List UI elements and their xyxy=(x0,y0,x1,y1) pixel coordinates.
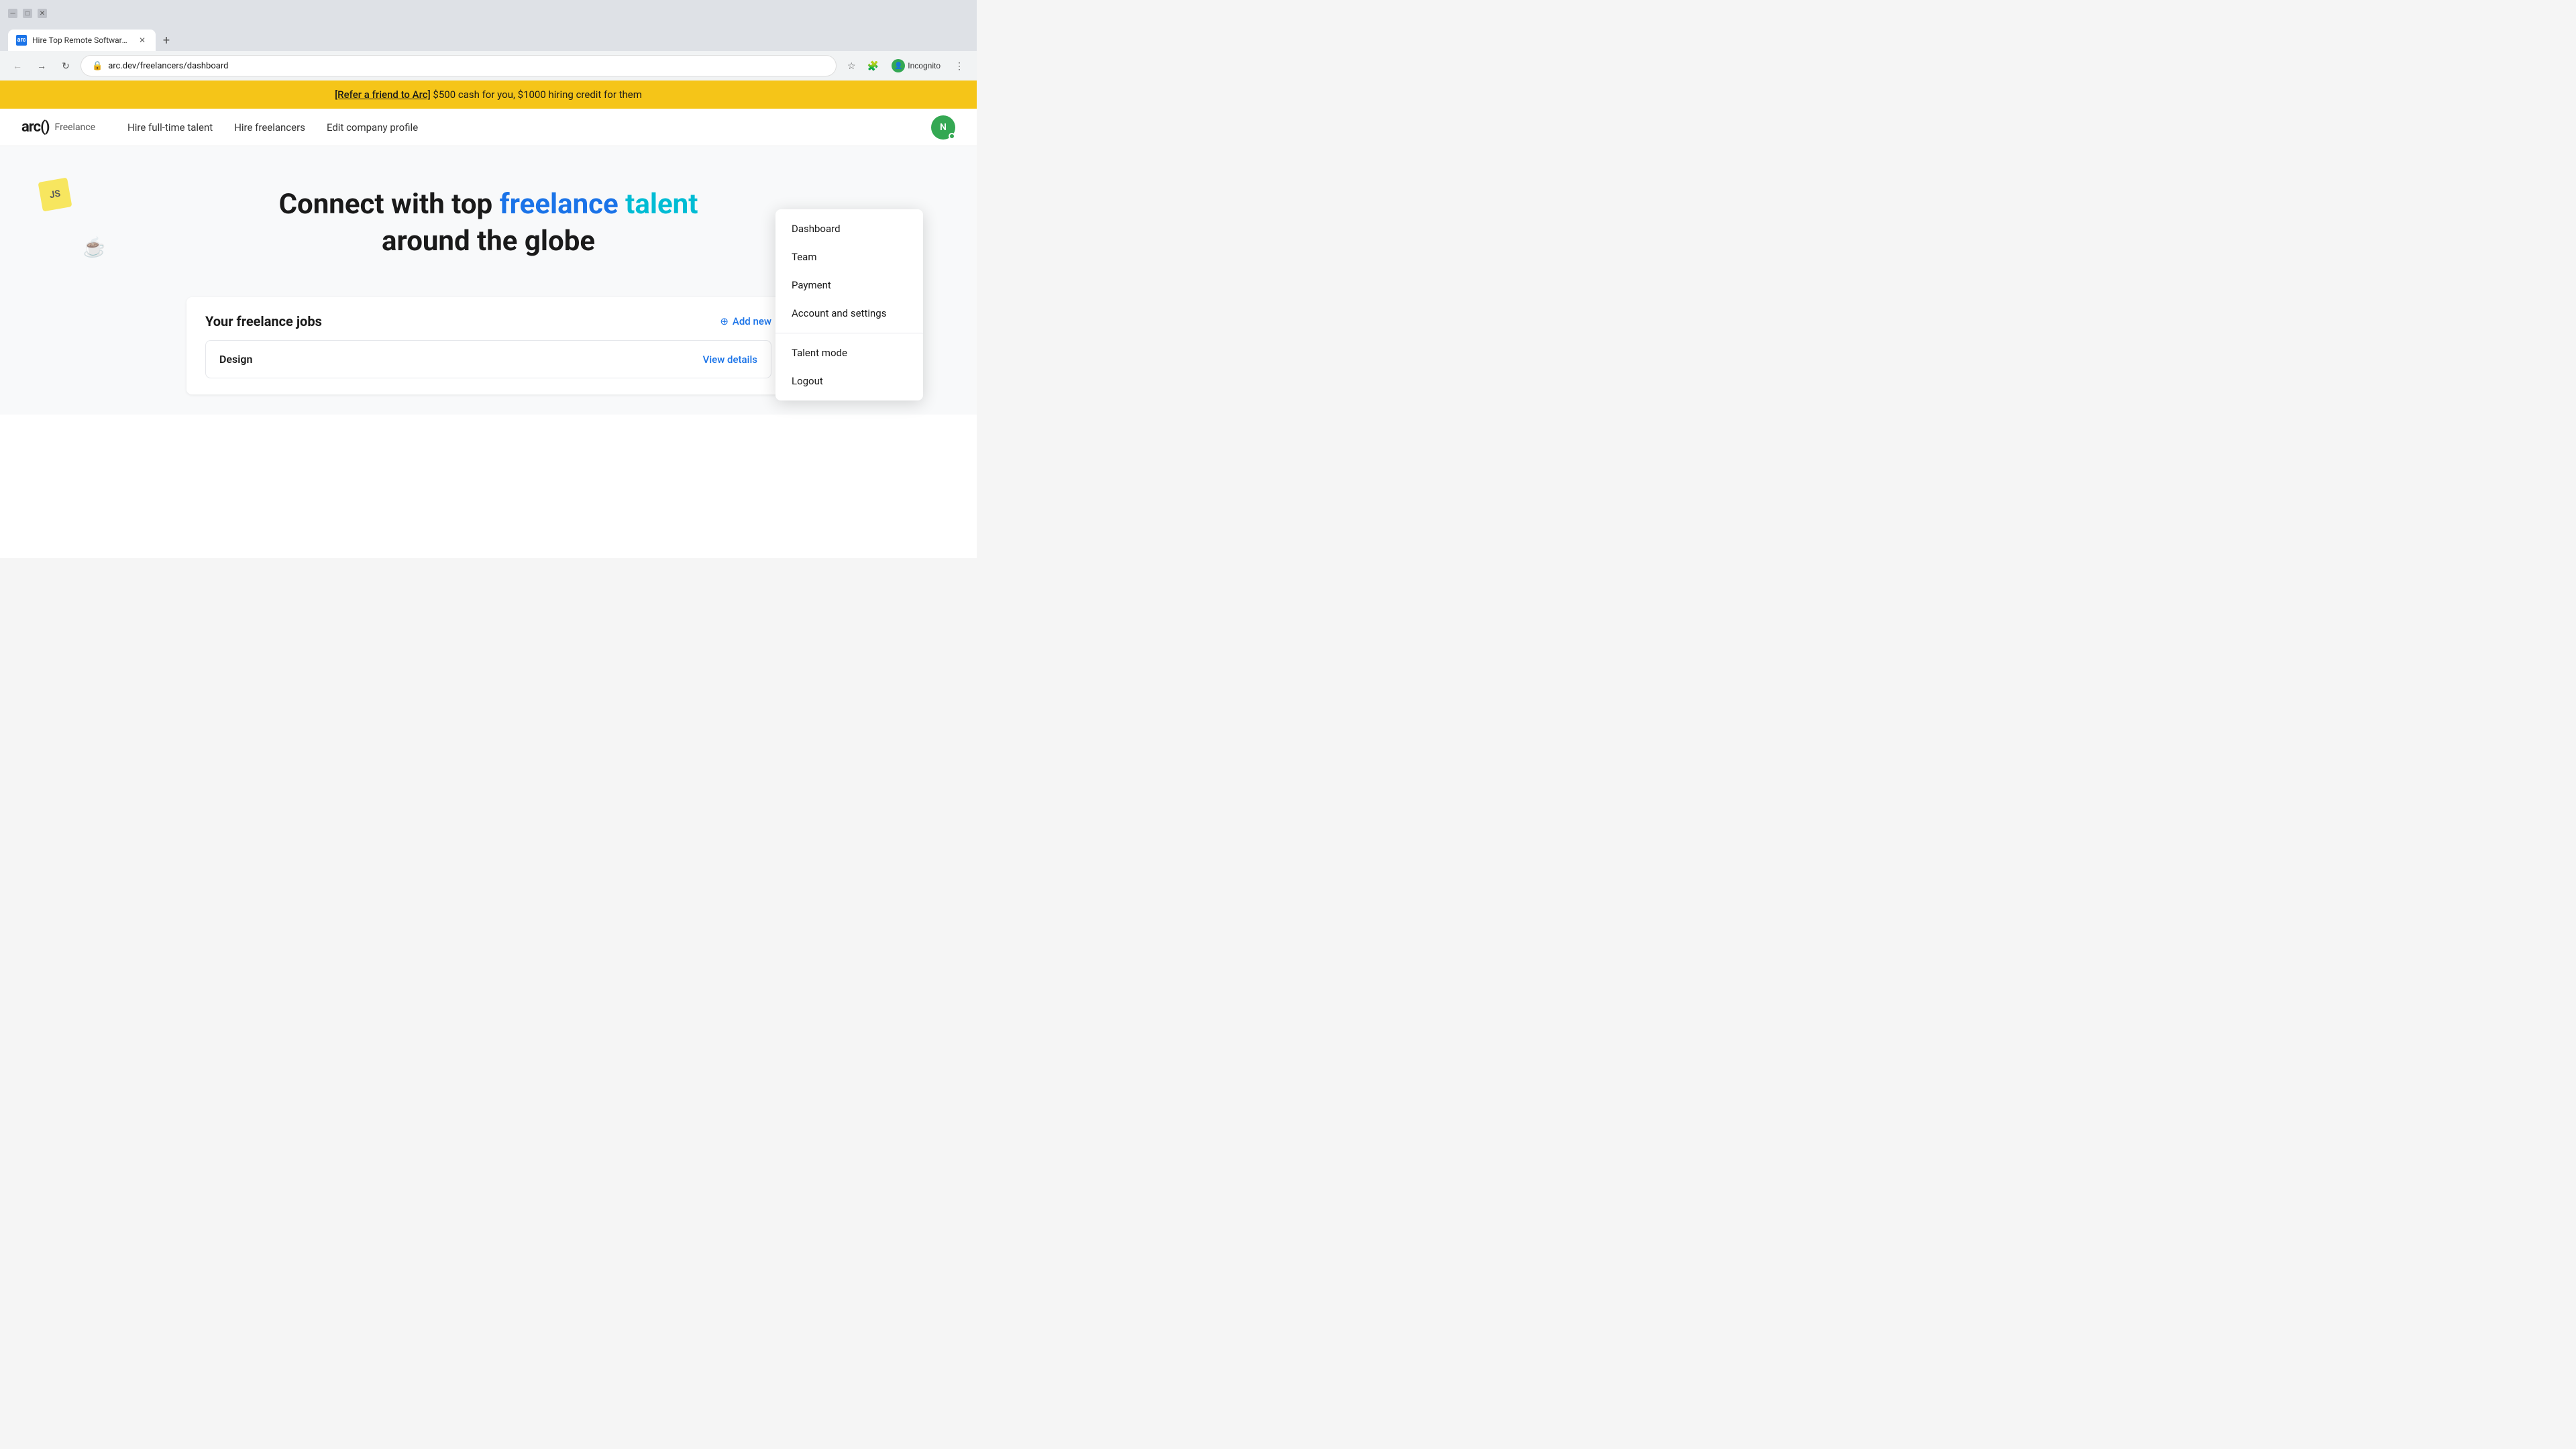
hero-freelance: freelance xyxy=(500,188,619,221)
hero-line2: around the globe xyxy=(382,225,595,258)
browser-chrome: ─ □ ✕ arc Hire Top Remote Software Dev..… xyxy=(0,0,977,80)
hero-line1-start: Connect with top xyxy=(279,188,500,221)
nav-right: N xyxy=(931,115,955,140)
hero-talent: talent xyxy=(625,188,698,221)
banner-message: $500 cash for you, $1000 hiring credit f… xyxy=(433,89,642,101)
hero-space xyxy=(619,188,625,221)
menu-button[interactable]: ⋮ xyxy=(950,56,969,75)
dropdown-item-team[interactable]: Team xyxy=(775,243,923,271)
logo-arc-text: arc() xyxy=(21,119,50,136)
job-item: Design View details xyxy=(205,340,771,378)
new-tab-button[interactable]: + xyxy=(157,31,176,50)
dropdown-item-payment[interactable]: Payment xyxy=(775,271,923,299)
tab-favicon: arc xyxy=(16,35,27,46)
incognito-button[interactable]: 👤 Incognito xyxy=(885,56,947,75)
dropdown-item-dashboard[interactable]: Dashboard xyxy=(775,215,923,243)
nav-hire-fulltime[interactable]: Hire full-time talent xyxy=(127,119,213,136)
nav-hire-freelancers[interactable]: Hire freelancers xyxy=(234,119,305,136)
logo-subtitle: Freelance xyxy=(55,122,96,133)
java-float-icon: ☕ xyxy=(79,232,108,261)
window-controls: ─ □ ✕ xyxy=(8,9,47,18)
job-name: Design xyxy=(219,353,252,366)
hero-title: Connect with top freelance talent around… xyxy=(254,186,723,260)
close-window-button[interactable]: ✕ xyxy=(38,9,47,18)
extensions-button[interactable]: 🧩 xyxy=(863,56,882,75)
referral-link[interactable]: [Refer a friend to Arc] xyxy=(335,89,431,101)
js-float-icon: JS xyxy=(38,178,72,212)
maximize-button[interactable]: □ xyxy=(23,9,32,18)
promo-banner: [Refer a friend to Arc] $500 cash for yo… xyxy=(0,80,977,109)
browser-actions: ☆ 🧩 👤 Incognito ⋮ xyxy=(842,56,969,75)
reload-button[interactable]: ↻ xyxy=(56,56,75,75)
jobs-title: Your freelance jobs xyxy=(205,313,322,329)
add-new-button[interactable]: ⊕ Add new xyxy=(720,315,771,327)
forward-button[interactable]: → xyxy=(32,56,51,75)
url-bar[interactable]: 🔒 arc.dev/freelancers/dashboard xyxy=(80,55,837,76)
jobs-section: Your freelance jobs ⊕ Add new Design Vie… xyxy=(186,297,790,394)
user-dropdown-menu: Dashboard Team Payment Account and setti… xyxy=(775,209,923,400)
jobs-header: Your freelance jobs ⊕ Add new xyxy=(205,313,771,329)
view-details-button[interactable]: View details xyxy=(703,354,757,366)
dropdown-item-talent-mode[interactable]: Talent mode xyxy=(775,339,923,367)
close-tab-button[interactable]: ✕ xyxy=(137,35,148,46)
site-nav: arc() Freelance Hire full-time talent Hi… xyxy=(0,109,977,146)
dropdown-item-account-settings[interactable]: Account and settings xyxy=(775,299,923,327)
address-bar: ← → ↻ 🔒 arc.dev/freelancers/dashboard ☆ … xyxy=(0,51,977,80)
active-tab[interactable]: arc Hire Top Remote Software Dev... ✕ xyxy=(8,30,156,51)
back-button[interactable]: ← xyxy=(8,56,27,75)
user-avatar[interactable]: N xyxy=(931,115,955,140)
nav-edit-company[interactable]: Edit company profile xyxy=(327,119,418,136)
tab-title: Hire Top Remote Software Dev... xyxy=(32,36,131,45)
browser-titlebar: ─ □ ✕ xyxy=(0,0,977,27)
tab-bar: arc Hire Top Remote Software Dev... ✕ + xyxy=(0,27,977,51)
page-content: [Refer a friend to Arc] $500 cash for yo… xyxy=(0,80,977,558)
url-text: arc.dev/freelancers/dashboard xyxy=(108,61,825,71)
nav-links: Hire full-time talent Hire freelancers E… xyxy=(127,119,931,136)
add-icon: ⊕ xyxy=(720,315,729,327)
add-new-label: Add new xyxy=(733,315,771,327)
logo[interactable]: arc() Freelance xyxy=(21,119,95,136)
avatar-online-indicator xyxy=(949,133,955,140)
bookmark-button[interactable]: ☆ xyxy=(842,56,861,75)
minimize-button[interactable]: ─ xyxy=(8,9,17,18)
dropdown-item-logout[interactable]: Logout xyxy=(775,367,923,395)
incognito-icon: 👤 xyxy=(892,59,905,72)
